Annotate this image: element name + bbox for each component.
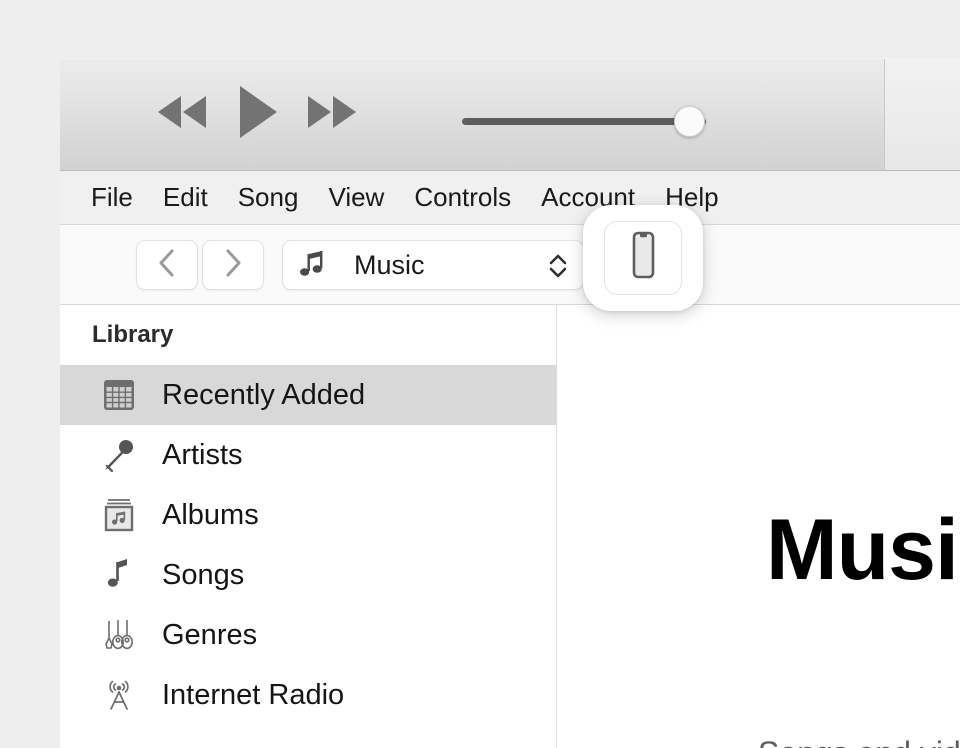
volume-slider[interactable]: [462, 103, 722, 141]
play-icon: [235, 84, 279, 140]
calendar-grid-icon: [98, 376, 140, 414]
sidebar-item-internet-radio[interactable]: Internet Radio: [60, 665, 556, 725]
player-toolbar: [60, 58, 960, 171]
music-note-icon: [98, 556, 140, 594]
transport-controls: [155, 84, 359, 140]
page-subtitle: Songs and videos: [758, 735, 960, 748]
sidebar-item-label: Artists: [162, 438, 243, 471]
volume-slider-track: [462, 118, 706, 125]
sidebar-header-library: Library: [92, 321, 174, 348]
device-button-spotlight: [583, 205, 703, 311]
sidebar-item-label: Genres: [162, 618, 258, 651]
sidebar-item-songs[interactable]: Songs: [60, 545, 556, 605]
sidebar-item-genres[interactable]: Genres: [60, 605, 556, 665]
sidebar-item-artists[interactable]: Artists: [60, 425, 556, 485]
chevron-right-icon: [223, 248, 243, 283]
play-button[interactable]: [235, 84, 279, 140]
sidebar-item-recently-added[interactable]: Recently Added: [60, 365, 556, 425]
library-selector-value: Music: [354, 249, 425, 280]
sidebar-item-albums[interactable]: Albums: [60, 485, 556, 545]
back-button[interactable]: [136, 240, 198, 290]
menu-item-controls[interactable]: Controls: [399, 180, 526, 215]
stepper-chevrons-icon[interactable]: [547, 252, 569, 280]
menu-item-edit[interactable]: Edit: [148, 180, 223, 215]
main-content: Music Songs and videos: [558, 305, 960, 748]
sidebar-item-label: Songs: [162, 558, 245, 591]
rewind-button[interactable]: [155, 93, 209, 131]
library-sidebar: Library Recently Added Artists Albums So…: [60, 305, 557, 748]
sidebar-item-label: Internet Radio: [162, 678, 345, 711]
microphone-icon: [98, 436, 140, 474]
chevron-left-icon: [157, 248, 177, 283]
menu-item-file[interactable]: File: [76, 180, 148, 215]
forward-button[interactable]: [202, 240, 264, 290]
guitars-icon: [98, 616, 140, 654]
sidebar-item-label: Albums: [162, 498, 259, 531]
album-case-icon: [98, 496, 140, 534]
device-button[interactable]: [604, 221, 682, 295]
menu-bar: File Edit Song View Controls Account Hel…: [60, 171, 960, 225]
navigation-bar: Music: [60, 225, 960, 305]
volume-slider-knob[interactable]: [674, 106, 705, 137]
radio-tower-icon: [98, 676, 140, 714]
menu-item-song[interactable]: Song: [223, 180, 314, 215]
fast-forward-icon: [305, 93, 359, 131]
fast-forward-button[interactable]: [305, 93, 359, 131]
music-note-icon: [299, 250, 325, 280]
page-title: Music: [766, 502, 960, 598]
sidebar-item-label: Recently Added: [162, 378, 366, 411]
itunes-window: File Edit Song View Controls Account Hel…: [60, 58, 960, 748]
toolbar-highlight-line: [60, 58, 960, 59]
rewind-icon: [155, 93, 209, 131]
now-playing-panel: [884, 59, 960, 170]
library-selector[interactable]: Music: [282, 240, 584, 290]
page-root: File Edit Song View Controls Account Hel…: [0, 0, 960, 748]
iphone-icon: [626, 230, 660, 287]
menu-item-view[interactable]: View: [313, 180, 399, 215]
